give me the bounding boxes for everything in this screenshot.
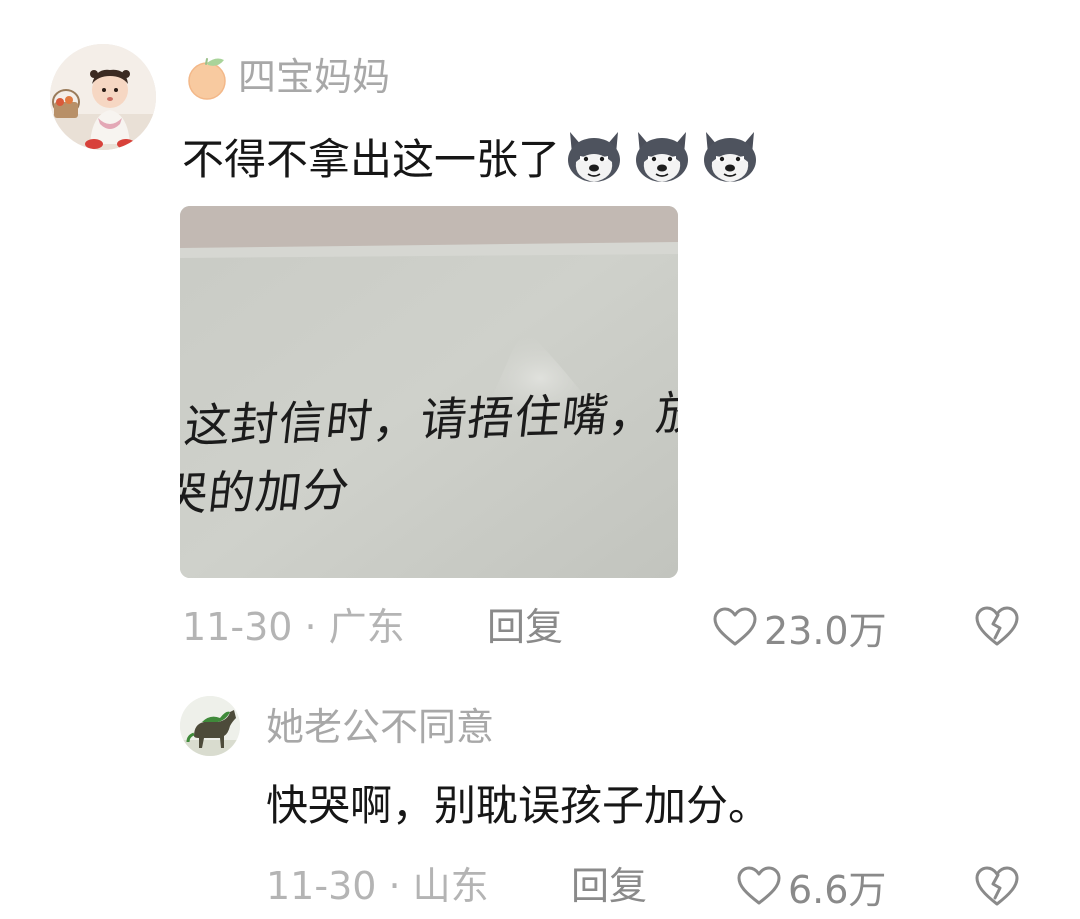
like-count: 6.6万 <box>788 867 887 912</box>
dislike-button[interactable] <box>974 604 1020 657</box>
reply-commenter-username[interactable]: 她老公不同意 <box>266 702 494 752</box>
comment-text: 不得不拿出这一张了 <box>182 126 762 186</box>
reply-comment-text: 快哭啊，别耽误孩子加分。 <box>266 781 771 830</box>
heart-outline-icon <box>737 866 781 905</box>
broken-heart-icon <box>975 606 1019 646</box>
reply-meta-bar: 11-30 · 山东 回复 6.6万 <box>266 858 1026 914</box>
orange-fruit-icon <box>182 52 232 102</box>
reply-commenter-avatar[interactable] <box>180 696 240 756</box>
reply-button[interactable]: 回复 <box>571 858 647 914</box>
reply-button[interactable]: 回复 <box>487 600 563 654</box>
comment-date-location: 11-30 · 广东 <box>182 605 405 649</box>
husky-dog-emoji <box>636 132 689 182</box>
handwriting-line: 哭的加分 <box>180 462 354 522</box>
emoji-group <box>562 126 762 186</box>
like-count: 23.0万 <box>764 608 887 653</box>
commenter-avatar[interactable] <box>50 44 156 150</box>
reply-date-location: 11-30 · 山东 <box>266 864 489 908</box>
like-button[interactable]: 23.0万 <box>712 600 887 654</box>
comment-meta-bar: 11-30 · 广东 回复 23.0万 <box>182 600 1022 654</box>
like-button[interactable]: 6.6万 <box>736 858 886 914</box>
heart-outline-icon <box>713 607 757 646</box>
dislike-button[interactable] <box>974 864 1020 917</box>
husky-dog-emoji <box>704 132 757 182</box>
commenter-username[interactable]: 四宝妈妈 <box>238 52 390 102</box>
broken-heart-icon <box>975 866 1019 906</box>
comment-image[interactable]: 这封信时，请捂住嘴，放声哭 哭的加分 <box>180 206 678 578</box>
husky-dog-emoji <box>568 132 621 182</box>
comment-text-body: 不得不拿出这一张了 <box>182 134 561 184</box>
